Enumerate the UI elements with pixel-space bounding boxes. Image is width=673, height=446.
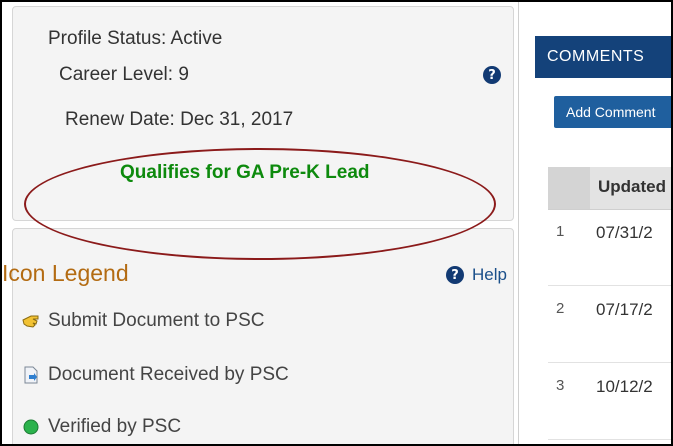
- row-date: 10/12/2: [596, 377, 653, 396]
- row-date: 07/31/2: [596, 223, 653, 242]
- career-level-label: Career Level:: [59, 64, 174, 85]
- legend-item-label: Submit Document to PSC: [48, 310, 265, 331]
- career-level-row: Career Level: 9: [59, 64, 189, 86]
- row-index: 1: [556, 223, 565, 240]
- renew-date-label: Renew Date:: [65, 109, 175, 130]
- profile-status-value: Active: [170, 28, 223, 49]
- add-comment-button[interactable]: Add Comment: [554, 96, 671, 128]
- document-received-icon: [20, 366, 42, 384]
- question-mark-icon[interactable]: ?: [483, 66, 501, 84]
- legend-item-label: Document Received by PSC: [48, 364, 289, 385]
- updated-column-header[interactable]: Updated: [598, 177, 666, 197]
- renew-date-row: Renew Date: Dec 31, 2017: [65, 109, 293, 131]
- comments-table-header: Updated: [548, 167, 671, 210]
- screenshot-frame: Profile Status: Active Career Level: 9 ?…: [0, 0, 673, 446]
- column-divider: [518, 2, 519, 444]
- profile-status-row: Profile Status: Active: [48, 28, 222, 50]
- table-row[interactable]: 1 07/31/2: [548, 209, 671, 286]
- legend-item-received: Document Received by PSC: [20, 364, 289, 386]
- hand-pointing-icon: [20, 312, 42, 330]
- index-column-header: [548, 167, 590, 209]
- table-row[interactable]: 3 10/12/2: [548, 363, 671, 440]
- help-icon[interactable]: ?: [446, 266, 464, 284]
- row-index: 3: [556, 377, 565, 394]
- legend-item-verified: Verified by PSC: [20, 416, 181, 438]
- profile-status-label: Profile Status:: [48, 28, 167, 49]
- legend-item-label: Verified by PSC: [48, 416, 182, 437]
- row-index: 2: [556, 300, 565, 317]
- career-level-value: 9: [178, 64, 189, 85]
- renew-date-value: Dec 31, 2017: [180, 109, 294, 130]
- qualifies-status: Qualifies for GA Pre-K Lead: [120, 162, 370, 183]
- green-dot-icon: [20, 418, 42, 436]
- row-date: 07/17/2: [596, 300, 653, 319]
- help-link[interactable]: Help: [472, 265, 507, 285]
- comments-header[interactable]: COMMENTS: [535, 36, 671, 78]
- legend-item-submit: Submit Document to PSC: [20, 310, 264, 332]
- legend-title: Icon Legend: [2, 260, 129, 286]
- table-row[interactable]: 2 07/17/2: [548, 286, 671, 363]
